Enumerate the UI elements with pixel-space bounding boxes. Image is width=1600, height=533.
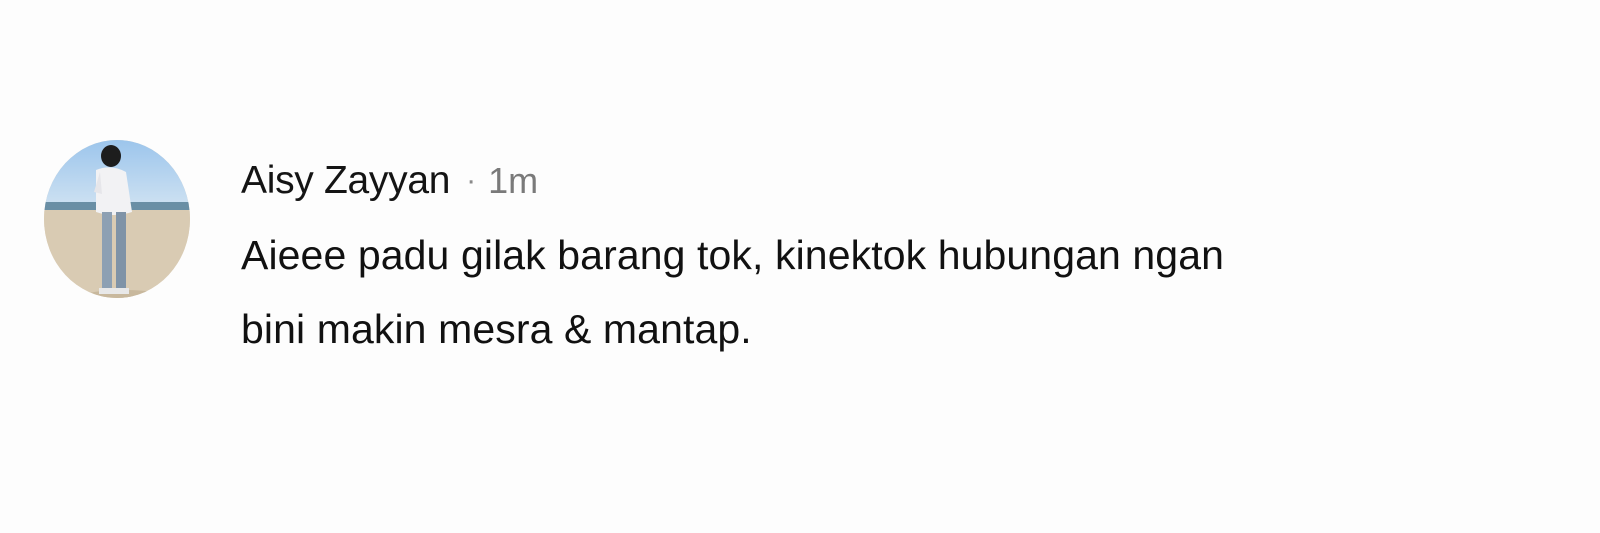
timestamp: 1m [488, 160, 539, 201]
avatar[interactable] [44, 140, 190, 298]
comment-text-line: bini makin mesra & mantap. [241, 306, 752, 352]
comment-text: Aieee padu gilak barang tok, kinektok hu… [241, 218, 1561, 366]
separator-dot: · [466, 164, 477, 197]
comment: Aisy Zayyan · 1m Aieee padu gilak barang… [0, 0, 1600, 533]
comment-text-line: Aieee padu gilak barang tok, kinektok hu… [241, 232, 1225, 278]
avatar-photo [44, 140, 190, 298]
comment-header: Aisy Zayyan · 1m [241, 156, 538, 206]
author-name[interactable]: Aisy Zayyan [241, 159, 450, 203]
